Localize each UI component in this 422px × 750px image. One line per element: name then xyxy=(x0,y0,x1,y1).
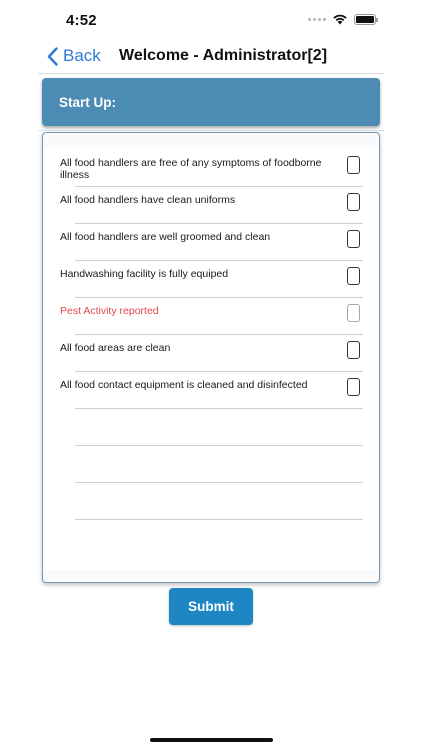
row-separator xyxy=(75,297,363,298)
row-separator xyxy=(75,445,363,446)
page-title: Welcome - Administrator[2] xyxy=(119,47,328,64)
nav-divider xyxy=(38,73,384,74)
status-bar: 4:52 xyxy=(0,0,422,42)
checklist-item: All food areas are clean xyxy=(43,332,379,369)
back-label: Back xyxy=(63,46,101,65)
checklist-item-checkbox[interactable] xyxy=(347,193,360,211)
submit-button[interactable]: Submit xyxy=(169,588,253,625)
status-icons xyxy=(308,13,378,25)
checklist-item-label: Handwashing facility is fully equiped xyxy=(60,268,229,280)
section-header: Start Up: xyxy=(42,78,380,126)
row-separator xyxy=(75,408,363,409)
home-indicator xyxy=(150,738,273,742)
checklist-item: All food handlers have clean uniforms xyxy=(43,184,379,221)
checklist-item: All food handlers are well groomed and c… xyxy=(43,221,379,258)
checklist-item: All food contact equipment is cleaned an… xyxy=(43,369,379,406)
checklist-card: All food handlers are free of any sympto… xyxy=(42,132,380,583)
checklist-item-label: All food handlers are well groomed and c… xyxy=(60,231,271,243)
battery-icon xyxy=(354,13,378,25)
checklist-item-checkbox[interactable] xyxy=(347,304,360,322)
checklist-item-label: All food contact equipment is cleaned an… xyxy=(60,379,308,391)
checklist-item: Pest Activity reported xyxy=(43,295,379,332)
checklist-item-label: All food handlers have clean uniforms xyxy=(60,194,236,206)
checklist-list: All food handlers are free of any sympto… xyxy=(43,147,379,570)
row-separator xyxy=(75,186,363,187)
cellular-signal-icon xyxy=(308,17,326,21)
checklist-item-label: All food areas are clean xyxy=(60,342,171,354)
back-button[interactable]: Back xyxy=(47,42,101,70)
nav-bar: Back Welcome - Administrator[2] xyxy=(0,42,422,72)
checklist-item-label: Pest Activity reported xyxy=(60,305,159,317)
checklist-item-checkbox[interactable] xyxy=(347,156,360,174)
row-separator xyxy=(75,223,363,224)
checklist-item-checkbox[interactable] xyxy=(347,378,360,396)
checklist-item-checkbox[interactable] xyxy=(347,230,360,248)
header-divider xyxy=(38,130,384,131)
section-title: Start Up: xyxy=(59,94,116,110)
checklist-item-checkbox[interactable] xyxy=(347,267,360,285)
row-separator xyxy=(75,519,363,520)
row-separator xyxy=(75,334,363,335)
checklist-item-checkbox[interactable] xyxy=(347,341,360,359)
row-separator xyxy=(75,482,363,483)
row-separator xyxy=(75,371,363,372)
wifi-icon xyxy=(333,14,347,25)
checklist-item: All food handlers are free of any sympto… xyxy=(43,147,379,184)
row-separator xyxy=(75,260,363,261)
status-time: 4:52 xyxy=(66,12,97,29)
chevron-left-icon xyxy=(47,46,58,66)
checklist-item: Handwashing facility is fully equiped xyxy=(43,258,379,295)
checklist-item-label: All food handlers are free of any sympto… xyxy=(60,157,322,181)
